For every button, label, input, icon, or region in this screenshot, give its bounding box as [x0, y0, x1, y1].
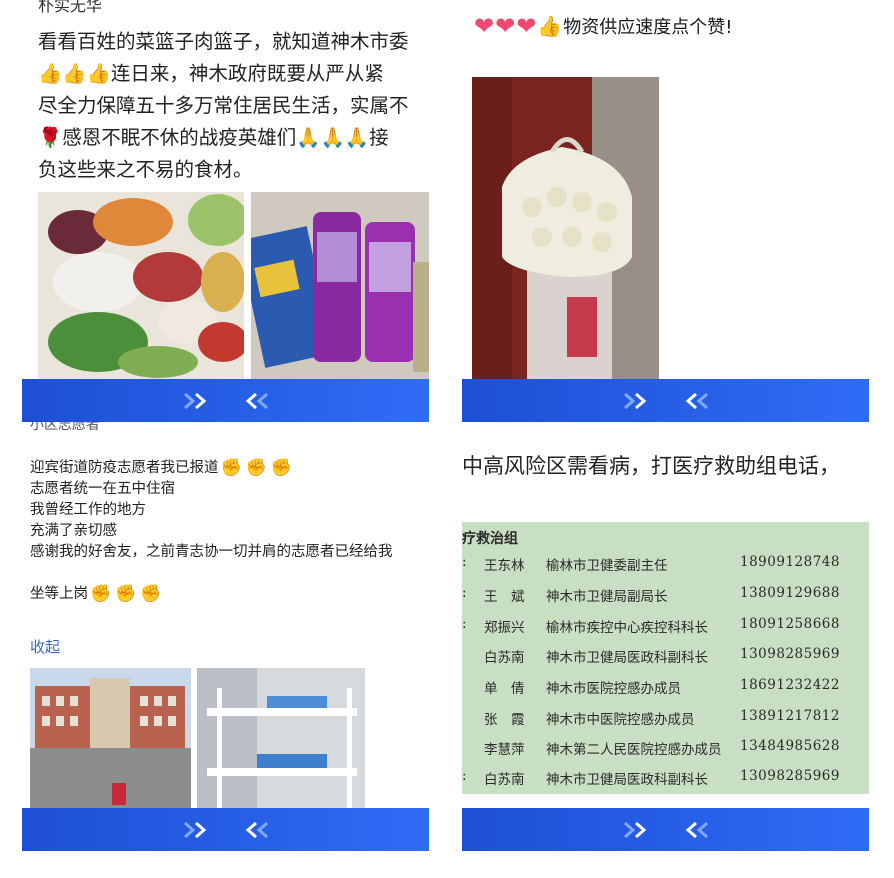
cut-off-text: 小区志愿者	[30, 422, 100, 433]
carousel-nav-bar	[462, 808, 869, 851]
post-line-with-emoji: 坐等上岗 ✊ ✊ ✊	[30, 584, 393, 605]
post-line: 看看百姓的菜篮子肉篮子，就知道神木市委	[38, 30, 409, 53]
post-line: 迎宾街道防疫志愿者我已报道	[30, 460, 219, 476]
post-text: ❤ ❤ ❤ 👍 物资供应速度点个赞!	[474, 12, 732, 40]
contact-name: 单 倩	[484, 681, 525, 697]
contact-name: 白苏南	[484, 650, 525, 666]
prev-arrow-icon[interactable]	[680, 820, 710, 840]
next-arrow-icon[interactable]	[622, 820, 652, 840]
contact-name: 李慧萍	[484, 742, 525, 758]
contact-phone[interactable]: 13098285969	[740, 768, 860, 784]
post-line: 志愿者统一在五中住宿	[30, 481, 175, 497]
post-panel-volunteers: 小区志愿者 迎宾街道防疫志愿者我已报道 ✊ ✊ ✊ 志愿者统一在五中住宿 我曾经…	[22, 422, 429, 808]
contact-phone[interactable]: 13098285969	[740, 646, 860, 662]
contact-title: 神木市医院控感办成员	[546, 681, 681, 697]
contact-row: 白苏南 神木市卫健局医政科副科长 13098285969	[462, 646, 869, 676]
contact-name: 张 霞	[484, 712, 525, 728]
fist-icon: ✊	[220, 458, 242, 478]
fist-icon: ✊	[245, 458, 267, 478]
contact-list-document: 疗救治组 : 王东林 榆林市卫健委副主任 18909128748 : 王 斌 神…	[462, 522, 869, 794]
post-heading: 中高风险区需看病，打医疗救助组电话，	[462, 454, 840, 478]
post-panel-supplies: ❤ ❤ ❤ 👍 物资供应速度点个赞!	[462, 0, 869, 380]
thumbs-up-icon: 👍	[537, 14, 563, 38]
post-panel-food-basket: 朴实无华 看看百姓的菜篮子肉篮子，就知道神木市委 👍👍👍连日来，神木政府既要从严…	[22, 0, 429, 380]
prev-arrow-icon[interactable]	[680, 391, 710, 411]
post-line: 我曾经工作的地方	[30, 502, 146, 518]
post-line: 负这些来之不易的食材。	[38, 158, 253, 181]
fist-icon: ✊	[115, 584, 137, 604]
post-line: 物资供应速度点个赞!	[563, 17, 733, 38]
fist-icon: ✊	[140, 584, 162, 604]
heart-icon: ❤	[495, 12, 516, 40]
post-panel-medical-contacts: 中高风险区需看病，打医疗救助组电话， 疗救治组 : 王东林 榆林市卫健委副主任 …	[462, 440, 869, 808]
contact-title: 神木市卫健局医政科副科长	[546, 650, 708, 666]
contact-title: 神木市卫健局医政科副科长	[546, 772, 708, 788]
contact-title: 神木第二人民医院控感办成员	[546, 742, 722, 758]
next-arrow-icon[interactable]	[182, 820, 212, 840]
heart-icon: ❤	[474, 12, 495, 40]
fist-icon: ✊	[270, 458, 293, 478]
next-arrow-icon[interactable]	[182, 391, 212, 411]
contact-title: 神木市中医院控感办成员	[546, 712, 695, 728]
contact-title: 榆林市卫健委副主任	[546, 558, 668, 574]
prev-arrow-icon[interactable]	[240, 820, 270, 840]
contact-phone[interactable]: 18091258668	[740, 616, 860, 632]
contact-title: 神木市卫健局副局长	[546, 589, 668, 605]
post-line: 👍👍👍连日来，神木政府既要从严从紧	[38, 62, 384, 85]
vegetables-photo[interactable]	[38, 192, 244, 380]
heart-icon: ❤	[516, 12, 537, 40]
school-building-photo[interactable]	[30, 668, 191, 808]
post-text: 迎宾街道防疫志愿者我已报道 ✊ ✊ ✊ 志愿者统一在五中住宿 我曾经工作的地方 …	[30, 458, 393, 605]
contact-name: 王东林	[484, 558, 525, 574]
contact-row: : 王东林 榆林市卫健委副主任 18909128748	[462, 554, 869, 584]
dormitory-bunk-photo[interactable]	[197, 668, 365, 808]
post-line: 坐等上岗	[30, 586, 88, 602]
contact-row: : 郑振兴 榆林市疾控中心疾控科科长 18091258668	[462, 616, 869, 646]
carousel-nav-bar	[22, 808, 429, 851]
post-line-with-emoji: 迎宾街道防疫志愿者我已报道 ✊ ✊ ✊	[30, 458, 393, 479]
post-line: 感谢我的好舍友，之前青志协一切并肩的志愿者已经给我	[30, 544, 393, 560]
post-text: 看看百姓的菜篮子肉篮子，就知道神木市委 👍👍👍连日来，神木政府既要从严从紧 尽全…	[38, 26, 429, 186]
contact-row: : 白苏南 神木市卫健局医政科副科长 13098285969	[462, 768, 869, 794]
contact-name: 郑振兴	[484, 620, 525, 636]
contact-row: 张 霞 神木市中医院控感办成员 13891217812	[462, 708, 869, 738]
cut-off-text: 朴实无华	[38, 0, 103, 15]
contact-name: 王 斌	[484, 589, 525, 605]
post-line: 充满了亲切感	[30, 523, 117, 539]
contact-phone[interactable]: 13809129688	[740, 585, 860, 601]
fist-icon: ✊	[90, 584, 112, 604]
contact-phone[interactable]: 18691232422	[740, 677, 860, 693]
snacks-photo[interactable]	[251, 192, 429, 380]
contact-row: 单 倩 神木市医院控感办成员 18691232422	[462, 677, 869, 707]
egg-bag-photo[interactable]	[472, 77, 659, 380]
contact-phone[interactable]: 13891217812	[740, 708, 860, 724]
contact-name: 白苏南	[484, 772, 525, 788]
carousel-nav-bar	[22, 379, 429, 422]
contact-phone[interactable]: 13484985628	[740, 738, 860, 754]
contact-phone[interactable]: 18909128748	[740, 554, 860, 570]
contact-title: 榆林市疾控中心疾控科科长	[546, 620, 708, 636]
collapse-link[interactable]: 收起	[30, 636, 60, 657]
post-line: 尽全力保障五十多万常住居民生活，实属不	[38, 94, 409, 117]
contact-row: : 王 斌 神木市卫健局副局长 13809129688	[462, 585, 869, 615]
carousel-nav-bar	[462, 379, 869, 422]
prev-arrow-icon[interactable]	[240, 391, 270, 411]
next-arrow-icon[interactable]	[622, 391, 652, 411]
contact-row: 李慧萍 神木第二人民医院控感办成员 13484985628	[462, 738, 869, 768]
doc-title: 疗救治组	[462, 531, 518, 547]
post-line: 🌹感恩不眠不休的战疫英雄们🙏🙏🙏接	[38, 126, 389, 149]
